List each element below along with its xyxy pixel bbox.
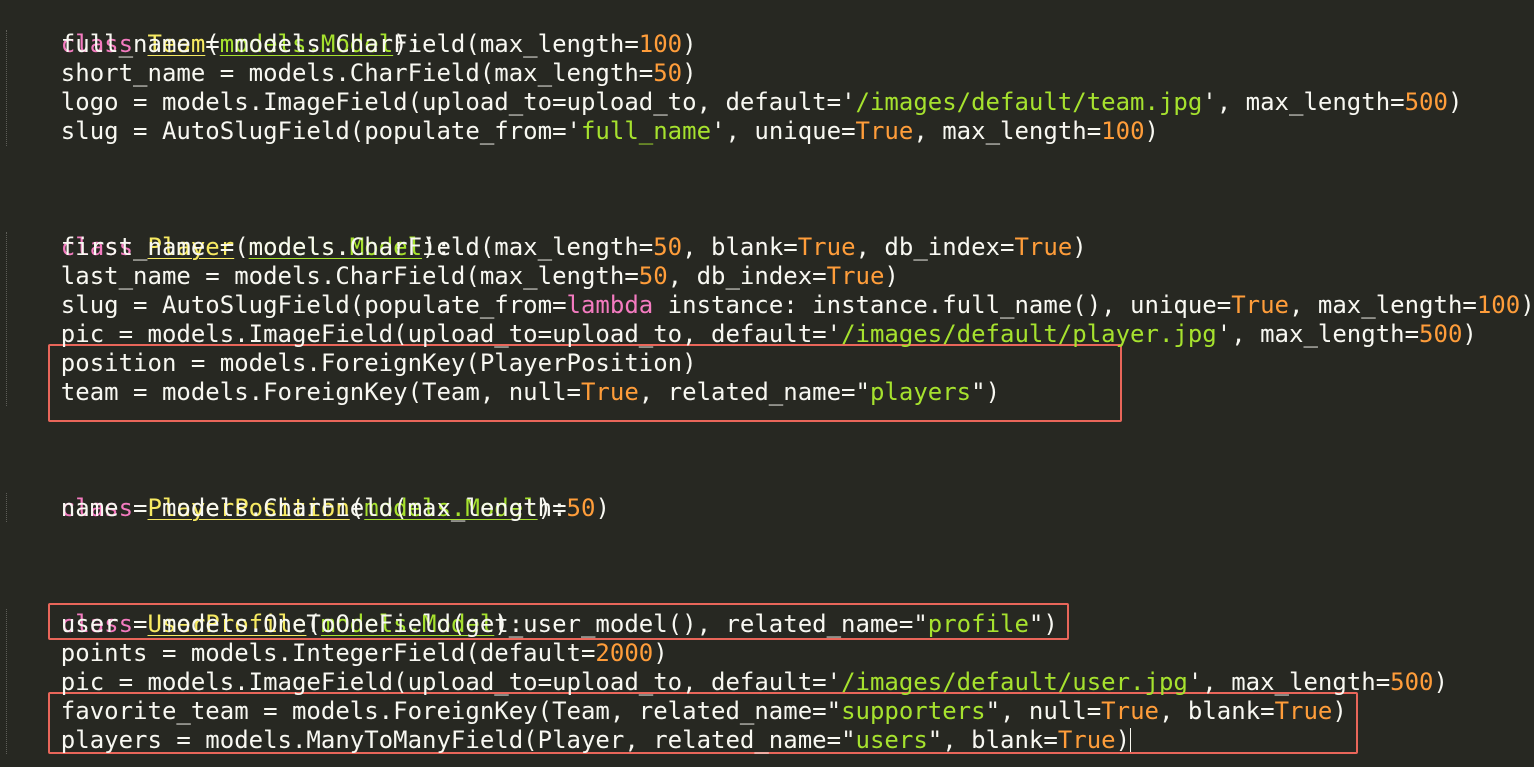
code-text: slug = AutoSlugField(populate_from= [60,117,567,145]
code-line: full_name = models.CharField(max_length=… [60,30,697,58]
code-text: , db_index= [855,233,1015,261]
code-line: position = models.ForeignKey(PlayerPosit… [3,349,697,378]
number-literal: 100 [1101,117,1145,145]
string-literal: users [855,726,928,754]
code-text: , blank= [682,233,798,261]
bool-literal: True [855,117,914,145]
code-line: class PlayerPosition(models.Model): [60,494,567,522]
code-text: , max_length= [913,117,1102,145]
code-line: pic = models.ImageField(upload_to=upload… [60,320,1477,348]
code-text: , blank= [942,726,1058,754]
bool-literal: True [580,378,639,406]
code-line: pic = models.ImageField(upload_to=upload… [60,668,1448,696]
code-text: , max_length= [1202,668,1391,696]
string-literal: /images/default/user.jpg [841,668,1188,696]
code-text: pic = models.ImageField(upload_to=upload… [60,320,827,348]
bool-literal: True [826,262,885,290]
string-literal: full_name [580,117,712,145]
text-cursor [1130,728,1132,752]
code-line: players = models.ManyToManyField(Player,… [60,726,1132,754]
code-text: instance: instance.full_name(), unique= [653,291,1232,319]
number-literal: 2000 [595,639,654,667]
code-text: pic = models.ImageField(upload_to=upload… [60,668,827,696]
string-literal: supporters [841,697,986,725]
code-line: slug = AutoSlugField(populate_from=lambd… [60,291,1534,319]
bool-literal: True [797,233,856,261]
code-text: , max_length= [1231,320,1420,348]
number-literal: 500 [1390,668,1434,696]
code-line: class Team(models.Model): [60,30,423,58]
code-text: last_name = models.CharField(max_length= [60,262,639,290]
code-text: user = models.OneToOneField(get_user_mod… [60,610,914,638]
code-line: class UserProfile(models.Model): [60,610,524,638]
bool-literal: True [1014,233,1073,261]
code-text: points = models.IntegerField(default= [60,639,596,667]
string-literal: players [869,378,972,406]
code-line: points = models.IntegerField(default=200… [60,639,668,667]
code-text: , unique= [725,117,856,145]
code-text: , blank= [1158,697,1275,725]
code-text: players = models.ManyToManyField(Player,… [60,726,842,754]
code-text: , db_index= [667,262,827,290]
number-literal: 50 [566,494,596,522]
code-line: user = models.OneToOneField(get_user_mod… [60,610,1058,638]
code-text: name = models.CharField(max_length= [60,494,567,522]
code-line: short_name = models.CharField(max_length… [60,59,697,87]
bool-literal: True [1057,726,1116,754]
string-literal: /images/default/player.jpg [841,320,1217,348]
code-line: name = models.CharField(max_length=50) [60,494,610,522]
code-text: , max_length= [1289,291,1477,319]
code-text: , related_name= [638,378,856,406]
code-line: favorite_team = models.ForeignKey(Team, … [60,697,1347,725]
number-literal: 500 [1404,88,1448,116]
code-line: logo = models.ImageField(upload_to=uploa… [60,88,1463,116]
number-literal: 50 [638,262,668,290]
bool-literal: True [1274,697,1333,725]
number-literal: 50 [653,59,683,87]
number-literal: 50 [653,233,683,261]
code-line: last_name = models.CharField(max_length=… [60,262,899,290]
code-editor[interactable]: class Team(models.Model): full_name = mo… [0,0,1534,767]
code-line: first_name = models.CharField(max_length… [60,233,1087,261]
code-text: short_name = models.CharField(max_length… [60,59,654,87]
code-text: position = models.ForeignKey(PlayerPosit… [60,349,697,377]
code-line: class Player(models.Model): [60,233,451,261]
keyword: lambda [566,291,654,319]
code-text: first_name = models.CharField(max_length… [60,233,654,261]
code-line: slug = AutoSlugField(populate_from='full… [60,117,1159,145]
string-literal: profile [927,610,1029,638]
number-literal: 100 [638,30,683,58]
code-text: , null= [1000,697,1102,725]
number-literal: 500 [1419,320,1463,348]
code-text: full_name = models.CharField(max_length= [60,30,639,58]
bool-literal: True [1231,291,1289,319]
code-text: slug = AutoSlugField(populate_from= [60,291,567,319]
number-literal: 100 [1476,291,1521,319]
code-text: logo = models.ImageField(upload_to=uploa… [60,88,842,116]
code-text: favorite_team = models.ForeignKey(Team, … [60,697,827,725]
string-literal: /images/default/team.jpg [855,88,1203,116]
code-text: team = models.ForeignKey(Team, null= [60,378,581,406]
code-line: team = models.ForeignKey(Team, null=True… [60,378,1001,406]
code-text: , max_length= [1216,88,1405,116]
bool-literal: True [1101,697,1159,725]
